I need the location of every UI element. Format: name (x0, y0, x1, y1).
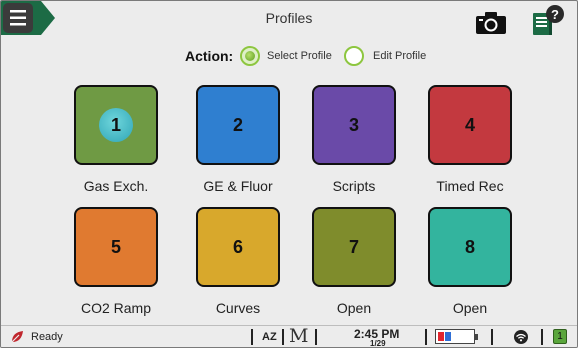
app-window: Profiles ? Action: Select Profile Edit P… (0, 0, 578, 348)
profile-number: 8 (464, 236, 475, 257)
divider (425, 329, 427, 345)
profile-tile-7[interactable]: 7 (312, 207, 396, 287)
divider (491, 329, 493, 345)
help-book-icon: ? (533, 5, 564, 35)
wifi-icon[interactable] (513, 330, 529, 344)
profile-tile-8[interactable]: 8 (428, 207, 512, 287)
profile-label: Open (452, 300, 488, 316)
svg-text:?: ? (551, 7, 559, 22)
camera-icon (476, 12, 506, 34)
profile-label: Scripts (332, 178, 376, 194)
profile-tile-2[interactable]: 2 (196, 85, 280, 165)
clock-date: 1/29 (370, 339, 386, 348)
profile-number: 7 (348, 236, 359, 257)
select-profile-label[interactable]: Select Profile (267, 50, 332, 62)
select-profile-radio[interactable] (240, 46, 260, 66)
help-button[interactable]: ? (531, 4, 567, 36)
profile-number: 4 (464, 114, 475, 135)
profile-tile-1[interactable]: 1 (74, 85, 158, 165)
profile-tile-4[interactable]: 4 (428, 85, 512, 165)
divider (315, 329, 317, 345)
status-bar: Ready AZ M 2:45 PM 1/29 1 (1, 325, 577, 348)
mode-indicator[interactable]: M (289, 325, 308, 347)
profile-label: Gas Exch. (83, 178, 149, 194)
profile-number: 1 (110, 114, 121, 135)
profile-tile-6[interactable]: 6 (196, 207, 280, 287)
profile-number: 6 (232, 236, 243, 257)
status-text: Ready (31, 331, 63, 343)
profile-number: 2 (232, 114, 243, 135)
profile-label: Curves (215, 300, 261, 316)
notification-badge[interactable]: 1 (553, 329, 567, 344)
battery-icon (435, 329, 478, 344)
leaf-icon (11, 331, 23, 343)
timezone-label: AZ (262, 331, 277, 343)
edit-profile-radio[interactable] (344, 46, 364, 66)
divider (282, 329, 284, 345)
divider (541, 329, 543, 345)
battery-red-cell (438, 332, 444, 341)
battery-blue-cell (445, 332, 451, 341)
profile-label: CO2 Ramp (80, 300, 152, 316)
edit-profile-label[interactable]: Edit Profile (373, 50, 426, 62)
camera-button[interactable] (475, 11, 507, 35)
profile-number: 5 (110, 236, 121, 257)
profile-label: GE & Fluor (203, 178, 273, 194)
profile-tile-5[interactable]: 5 (74, 207, 158, 287)
profile-number: 3 (348, 114, 359, 135)
action-selector: Action: Select Profile Edit Profile (1, 45, 577, 69)
profile-tile-3[interactable]: 3 (312, 85, 396, 165)
action-label: Action: (185, 48, 234, 64)
profile-label: Timed Rec (436, 178, 504, 194)
profile-label: Open (336, 300, 372, 316)
divider (251, 329, 253, 345)
